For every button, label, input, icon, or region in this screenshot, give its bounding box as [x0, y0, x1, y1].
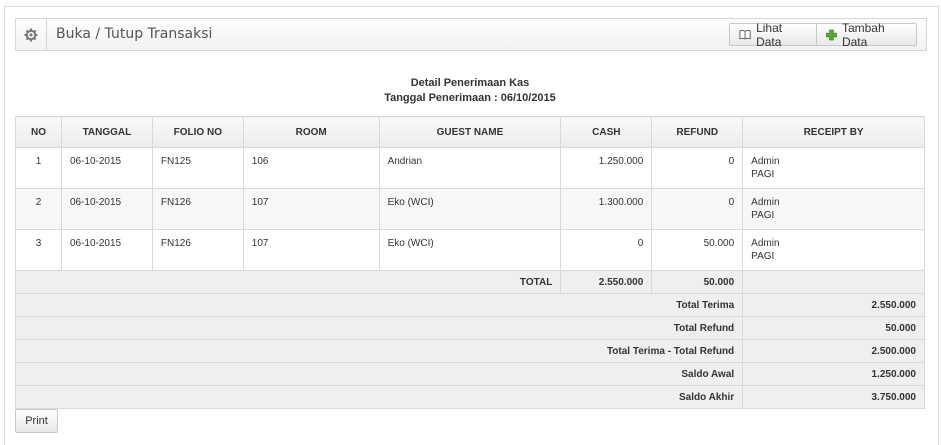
summary-label: Total Refund — [14, 316, 744, 340]
lihat-data-button[interactable]: Lihat Data — [729, 20, 817, 49]
table-header-row: NO TANGGAL FOLIO NO ROOM GUEST NAME CASH… — [15, 116, 925, 148]
receipt-table: NO TANGGAL FOLIO NO ROOM GUEST NAME CASH… — [14, 116, 925, 409]
lihat-data-label: Lihat Data — [756, 20, 783, 49]
cell-refund: 0 — [651, 188, 744, 230]
cell-tanggal: 06-10-2015 — [60, 229, 153, 271]
total-label: TOTAL — [14, 270, 562, 294]
summary-label: Total Terima - Total Refund — [14, 339, 744, 363]
summary-value: 50.000 — [742, 316, 925, 340]
cell-guest: Eko (WCI) — [378, 229, 562, 271]
column-header: TANGGAL — [60, 116, 153, 148]
column-header: RECEIPT BY — [742, 116, 925, 148]
report-title: Detail Penerimaan Kas — [410, 77, 530, 89]
table-row: 3 06-10-2015 FN126 107 Eko (WCI) 0 50.00… — [15, 229, 925, 271]
cell-receipt: Admin PAGI — [742, 147, 925, 189]
summary-row: Saldo Akhir 3.750.000 — [14, 385, 925, 409]
summary-label: Total Terima — [14, 293, 744, 317]
receipt-name: Admin — [751, 238, 780, 249]
cell-tanggal: 06-10-2015 — [60, 188, 153, 230]
cell-no: 3 — [15, 229, 62, 271]
receipt-shift: PAGI — [751, 251, 775, 262]
cell-room: 106 — [242, 147, 380, 189]
column-header: GUEST NAME — [378, 116, 562, 148]
cell-tanggal: 06-10-2015 — [60, 147, 153, 189]
summary-label: Saldo Akhir — [14, 385, 744, 409]
receipt-name: Admin — [751, 197, 780, 208]
summary-value: 1.250.000 — [742, 362, 925, 386]
cell-refund: 50.000 — [651, 229, 744, 271]
total-refund: 50.000 — [651, 270, 744, 294]
cell-guest: Andrian — [378, 147, 562, 189]
gear-icon — [16, 19, 47, 50]
report-date: Tanggal Penerimaan : 06/10/2015 — [384, 92, 556, 104]
column-header: ROOM — [242, 116, 380, 148]
cell-refund: 0 — [651, 147, 744, 189]
summary-row: Total Terima - Total Refund 2.500.000 — [14, 339, 925, 363]
receipt-shift: PAGI — [751, 210, 775, 221]
cell-cash: 1.300.000 — [560, 188, 653, 230]
print-button[interactable]: Print — [15, 409, 58, 433]
cell-no: 1 — [15, 147, 62, 189]
book-icon — [739, 29, 751, 40]
table-row: 2 06-10-2015 FN126 107 Eko (WCI) 1.300.0… — [15, 188, 925, 230]
cell-cash: 0 — [560, 229, 653, 271]
column-header: NO — [15, 116, 62, 148]
receipt-name: Admin — [751, 156, 780, 167]
tambah-data-label: Tambah Data — [841, 20, 885, 49]
cell-no: 2 — [15, 188, 62, 230]
summary-value: 2.500.000 — [742, 339, 925, 363]
summary-row: Total Refund 50.000 — [14, 316, 925, 340]
summary-value: 2.550.000 — [742, 293, 925, 317]
column-header: CASH — [560, 116, 653, 148]
total-row: TOTAL 2.550.000 50.000 — [14, 270, 925, 294]
total-cash: 2.550.000 — [560, 270, 653, 294]
cell-receipt: Admin PAGI — [742, 188, 925, 230]
summary-row: Total Terima 2.550.000 — [14, 293, 925, 317]
page-title: Buka / Tutup Transaksi — [56, 26, 213, 42]
column-header: FOLIO NO — [151, 116, 244, 148]
cell-folio: FN125 — [151, 147, 244, 189]
summary-row: Saldo Awal 1.250.000 — [14, 362, 925, 386]
cell-guest: Eko (WCI) — [378, 188, 562, 230]
cell-receipt: Admin PAGI — [742, 229, 925, 271]
total-empty-cell — [742, 270, 925, 294]
plus-icon — [826, 29, 837, 40]
summary-label: Saldo Awal — [14, 362, 744, 386]
receipt-shift: PAGI — [751, 169, 775, 180]
summary-value: 3.750.000 — [742, 385, 925, 409]
cell-room: 107 — [242, 188, 380, 230]
tambah-data-button[interactable]: Tambah Data — [816, 20, 917, 49]
cell-folio: FN126 — [151, 188, 244, 230]
table-row: 1 06-10-2015 FN125 106 Andrian 1.250.000… — [15, 147, 925, 189]
column-header: REFUND — [651, 116, 744, 148]
cell-folio: FN126 — [151, 229, 244, 271]
cell-room: 107 — [242, 229, 380, 271]
cell-cash: 1.250.000 — [560, 147, 653, 189]
